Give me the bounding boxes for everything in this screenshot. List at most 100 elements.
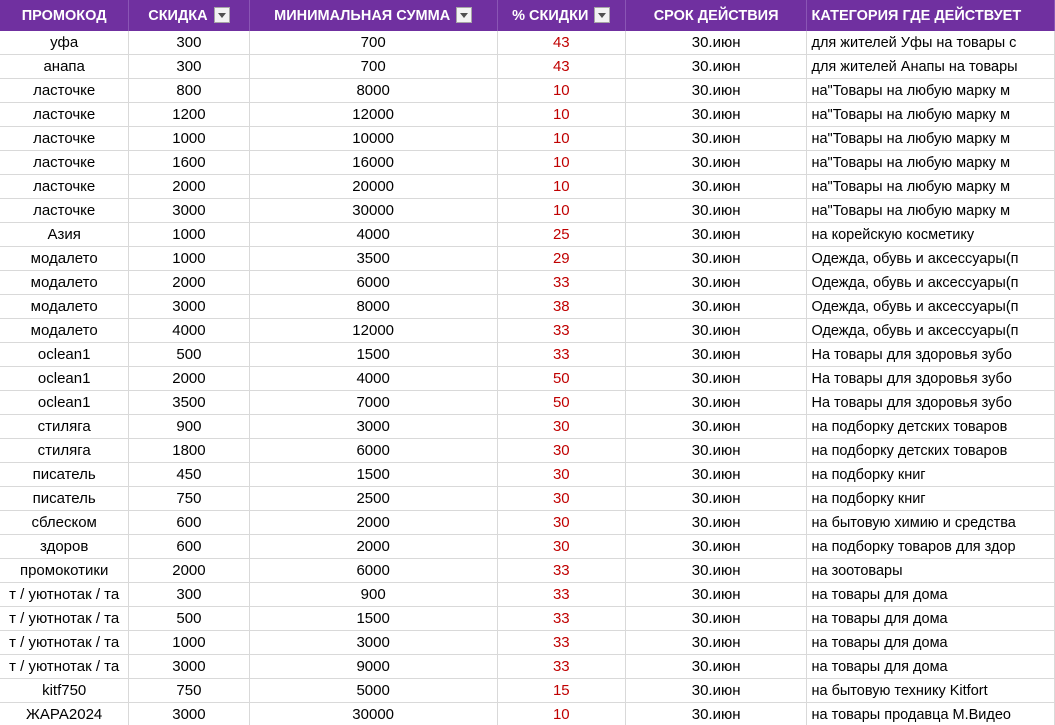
cell-category[interactable]: На товары для здоровья зубо: [806, 342, 1055, 367]
cell-percent[interactable]: 10: [497, 150, 626, 175]
cell-promocode[interactable]: модалето: [0, 318, 130, 343]
cell-validity[interactable]: 30.июн: [625, 270, 808, 295]
cell-discount[interactable]: 500: [128, 342, 250, 367]
cell-validity[interactable]: 30.июн: [625, 654, 808, 679]
cell-discount[interactable]: 300: [128, 54, 250, 79]
cell-category[interactable]: На товары для здоровья зубо: [806, 390, 1055, 415]
cell-min-sum[interactable]: 30000: [249, 198, 498, 223]
cell-validity[interactable]: 30.июн: [625, 582, 808, 607]
cell-category[interactable]: Одежда, обувь и аксессуары(п: [806, 246, 1055, 271]
cell-promocode[interactable]: Азия: [0, 222, 130, 247]
cell-percent[interactable]: 10: [497, 78, 626, 103]
header-validity[interactable]: СРОК ДЕЙСТВИЯ: [625, 0, 808, 31]
cell-percent[interactable]: 33: [497, 654, 626, 679]
cell-percent[interactable]: 30: [497, 510, 626, 535]
cell-percent[interactable]: 10: [497, 702, 626, 725]
cell-promocode[interactable]: т / уютнотак / та: [0, 606, 130, 631]
cell-validity[interactable]: 30.июн: [625, 342, 808, 367]
cell-percent[interactable]: 38: [497, 294, 626, 319]
cell-min-sum[interactable]: 3500: [249, 246, 498, 271]
cell-promocode[interactable]: модалето: [0, 294, 130, 319]
cell-validity[interactable]: 30.июн: [625, 486, 808, 511]
cell-category[interactable]: на бытовую технику Kitfort: [806, 678, 1055, 703]
cell-discount[interactable]: 3000: [128, 654, 250, 679]
cell-percent[interactable]: 30: [497, 486, 626, 511]
cell-min-sum[interactable]: 1500: [249, 342, 498, 367]
cell-validity[interactable]: 30.июн: [625, 318, 808, 343]
cell-percent[interactable]: 33: [497, 318, 626, 343]
cell-promocode[interactable]: ласточке: [0, 174, 130, 199]
cell-validity[interactable]: 30.июн: [625, 510, 808, 535]
filter-dropdown-icon[interactable]: [213, 6, 230, 23]
cell-category[interactable]: на подборку детских товаров: [806, 438, 1055, 463]
cell-percent[interactable]: 33: [497, 582, 626, 607]
cell-percent[interactable]: 33: [497, 558, 626, 583]
cell-promocode[interactable]: ласточке: [0, 78, 130, 103]
cell-promocode[interactable]: oclean1: [0, 366, 130, 391]
cell-promocode[interactable]: т / уютнотак / та: [0, 582, 130, 607]
cell-promocode[interactable]: т / уютнотак / та: [0, 630, 130, 655]
cell-discount[interactable]: 1000: [128, 126, 250, 151]
cell-validity[interactable]: 30.июн: [625, 630, 808, 655]
cell-category[interactable]: на товары для дома: [806, 582, 1055, 607]
cell-promocode[interactable]: oclean1: [0, 390, 130, 415]
cell-category[interactable]: для жителей Анапы на товары: [806, 54, 1055, 79]
cell-percent[interactable]: 10: [497, 198, 626, 223]
cell-percent[interactable]: 50: [497, 390, 626, 415]
cell-min-sum[interactable]: 10000: [249, 126, 498, 151]
cell-min-sum[interactable]: 5000: [249, 678, 498, 703]
cell-min-sum[interactable]: 6000: [249, 558, 498, 583]
cell-promocode[interactable]: модалето: [0, 246, 130, 271]
cell-discount[interactable]: 900: [128, 414, 250, 439]
cell-percent[interactable]: 50: [497, 366, 626, 391]
cell-percent[interactable]: 15: [497, 678, 626, 703]
cell-min-sum[interactable]: 3000: [249, 414, 498, 439]
cell-validity[interactable]: 30.июн: [625, 414, 808, 439]
cell-validity[interactable]: 30.июн: [625, 702, 808, 725]
cell-validity[interactable]: 30.июн: [625, 462, 808, 487]
cell-category[interactable]: для жителей Уфы на товары с: [806, 31, 1055, 55]
cell-category[interactable]: на подборку книг: [806, 462, 1055, 487]
cell-discount[interactable]: 1000: [128, 630, 250, 655]
cell-discount[interactable]: 2000: [128, 174, 250, 199]
cell-min-sum[interactable]: 4000: [249, 222, 498, 247]
cell-min-sum[interactable]: 6000: [249, 438, 498, 463]
cell-category[interactable]: на товары для дома: [806, 630, 1055, 655]
cell-discount[interactable]: 1000: [128, 222, 250, 247]
cell-min-sum[interactable]: 12000: [249, 318, 498, 343]
cell-category[interactable]: на"Товары на любую марку м: [806, 174, 1055, 199]
filter-dropdown-icon[interactable]: [456, 6, 473, 23]
cell-category[interactable]: Одежда, обувь и аксессуары(п: [806, 318, 1055, 343]
header-promocode[interactable]: ПРОМОКОД: [0, 0, 130, 31]
cell-promocode[interactable]: ласточке: [0, 150, 130, 175]
cell-percent[interactable]: 30: [497, 534, 626, 559]
cell-promocode[interactable]: стиляга: [0, 414, 130, 439]
cell-validity[interactable]: 30.июн: [625, 558, 808, 583]
cell-promocode[interactable]: стиляга: [0, 438, 130, 463]
cell-category[interactable]: на"Товары на любую марку м: [806, 126, 1055, 151]
cell-percent[interactable]: 10: [497, 102, 626, 127]
cell-discount[interactable]: 750: [128, 486, 250, 511]
cell-discount[interactable]: 600: [128, 510, 250, 535]
cell-discount[interactable]: 3000: [128, 702, 250, 725]
cell-validity[interactable]: 30.июн: [625, 150, 808, 175]
cell-percent[interactable]: 25: [497, 222, 626, 247]
cell-validity[interactable]: 30.июн: [625, 534, 808, 559]
cell-min-sum[interactable]: 900: [249, 582, 498, 607]
cell-validity[interactable]: 30.июн: [625, 126, 808, 151]
cell-promocode[interactable]: kitf750: [0, 678, 130, 703]
cell-category[interactable]: на товары для дома: [806, 654, 1055, 679]
cell-validity[interactable]: 30.июн: [625, 222, 808, 247]
header-percent[interactable]: % СКИДКИ: [497, 0, 626, 31]
cell-discount[interactable]: 750: [128, 678, 250, 703]
cell-category[interactable]: Одежда, обувь и аксессуары(п: [806, 270, 1055, 295]
cell-category[interactable]: на зоотовары: [806, 558, 1055, 583]
cell-min-sum[interactable]: 700: [249, 54, 498, 79]
header-discount[interactable]: СКИДКА: [128, 0, 250, 31]
cell-min-sum[interactable]: 3000: [249, 630, 498, 655]
cell-promocode[interactable]: ласточке: [0, 126, 130, 151]
cell-promocode[interactable]: промокотики: [0, 558, 130, 583]
cell-discount[interactable]: 300: [128, 582, 250, 607]
cell-promocode[interactable]: писатель: [0, 486, 130, 511]
cell-category[interactable]: на"Товары на любую марку м: [806, 102, 1055, 127]
